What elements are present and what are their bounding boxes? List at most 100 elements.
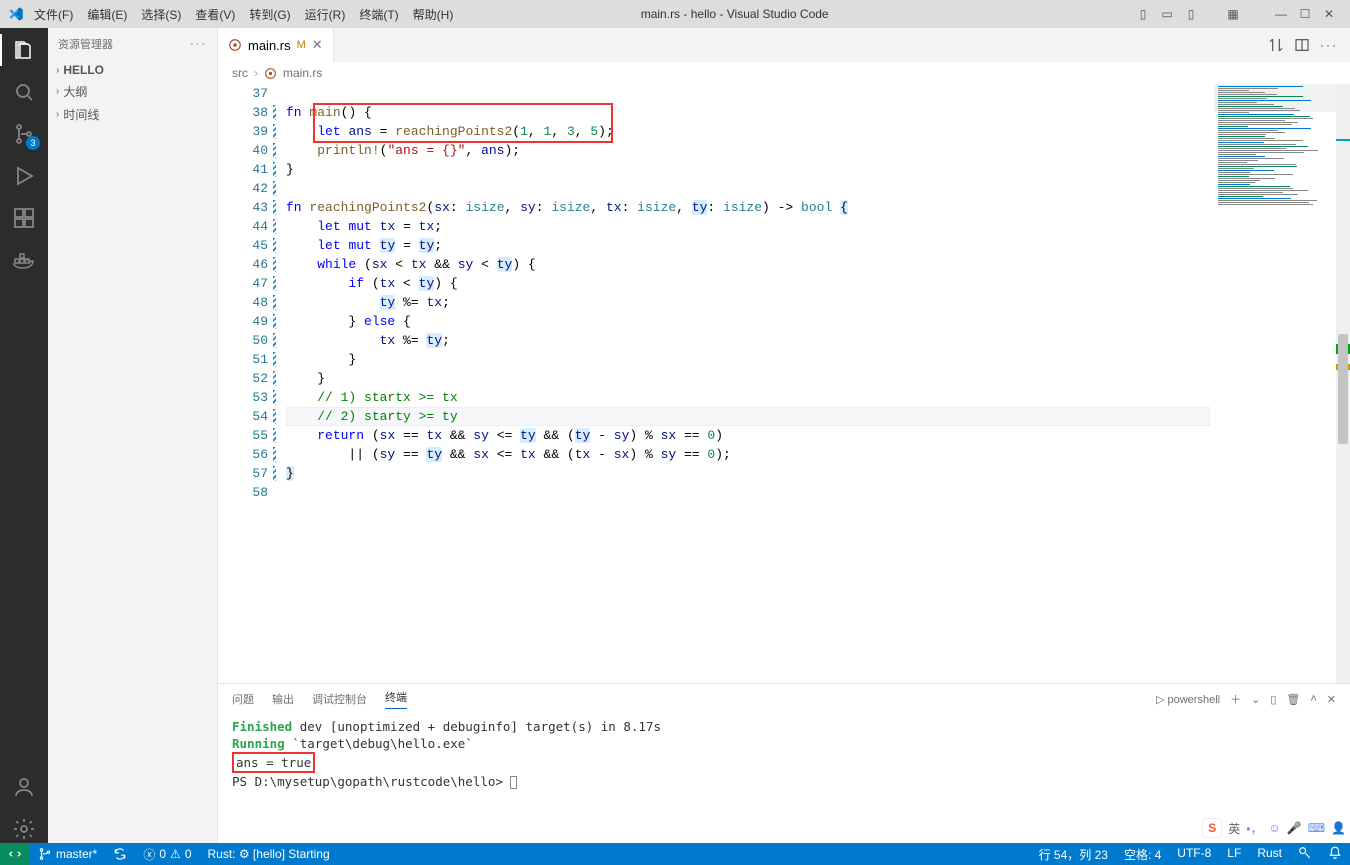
more-actions-icon[interactable]: ··· bbox=[1320, 38, 1338, 52]
ime-voice-icon[interactable]: 🎤 bbox=[1287, 821, 1302, 835]
tab-modified-indicator: M bbox=[297, 39, 306, 51]
source-control-icon[interactable]: 3 bbox=[10, 120, 38, 148]
editor-tabs: main.rs M ✕ ··· bbox=[218, 28, 1350, 62]
run-debug-icon[interactable] bbox=[10, 162, 38, 190]
breadcrumb-seg-src[interactable]: src bbox=[232, 66, 248, 80]
indentation-status[interactable]: 空格: 4 bbox=[1116, 846, 1169, 863]
ime-emoji-icon[interactable]: ☺ bbox=[1269, 821, 1281, 835]
git-branch-status[interactable]: master* bbox=[30, 843, 105, 865]
tab-main-rs[interactable]: main.rs M ✕ bbox=[218, 28, 334, 62]
code-line[interactable]: if (tx < ty) { bbox=[286, 274, 1210, 293]
breadcrumb-seg-file[interactable]: main.rs bbox=[283, 66, 322, 80]
window-controls: ▯ ▭ ▯ ▦ ― ☐ ✕ bbox=[1136, 7, 1350, 21]
account-icon[interactable] bbox=[10, 773, 38, 801]
code-line[interactable]: } else { bbox=[286, 312, 1210, 331]
feedback-icon[interactable] bbox=[1290, 846, 1320, 860]
menu-edit[interactable]: 编辑(E) bbox=[87, 6, 127, 23]
ime-punct-icon[interactable]: •， bbox=[1246, 820, 1262, 837]
code-line[interactable]: || (sy == ty && sx <= tx && (tx - sx) % … bbox=[286, 445, 1210, 464]
code-line[interactable]: tx %= ty; bbox=[286, 331, 1210, 350]
terminal-line: PS D:\mysetup\gopath\rustcode\hello> bbox=[232, 773, 1336, 790]
code-line[interactable]: println!("ans = {}", ans); bbox=[286, 141, 1210, 160]
breadcrumb[interactable]: src › main.rs bbox=[218, 62, 1350, 84]
panel-tab-output[interactable]: 输出 bbox=[272, 691, 294, 707]
layout-panel-bottom-icon[interactable]: ▭ bbox=[1160, 7, 1174, 21]
explorer-icon[interactable] bbox=[10, 36, 38, 64]
extensions-icon[interactable] bbox=[10, 204, 38, 232]
ime-user-icon[interactable]: 👤 bbox=[1331, 821, 1346, 835]
eol-status[interactable]: LF bbox=[1219, 846, 1249, 860]
cursor-position-status[interactable]: 行 54，列 23 bbox=[1031, 846, 1116, 863]
sidebar-section-timeline[interactable]: › 时间线 bbox=[48, 103, 217, 126]
layout-panel-left-icon[interactable]: ▯ bbox=[1136, 7, 1150, 21]
chevron-right-icon: › bbox=[56, 109, 59, 120]
code-line[interactable] bbox=[286, 84, 1210, 103]
customize-layout-icon[interactable]: ▦ bbox=[1226, 7, 1240, 21]
terminal-dropdown-icon[interactable]: ⌄ bbox=[1251, 693, 1260, 706]
language-status[interactable]: Rust bbox=[1249, 846, 1290, 860]
sidebar-header: 资源管理器 ··· bbox=[48, 28, 217, 60]
code-line[interactable]: } bbox=[286, 369, 1210, 388]
new-terminal-icon[interactable]: ＋ bbox=[1230, 691, 1241, 707]
code-line[interactable]: ty %= tx; bbox=[286, 293, 1210, 312]
menu-file[interactable]: 文件(F) bbox=[34, 6, 73, 23]
settings-gear-icon[interactable] bbox=[10, 815, 38, 843]
kill-terminal-icon[interactable]: 🗑 bbox=[1286, 693, 1300, 706]
panel-close-icon[interactable]: ✕ bbox=[1327, 693, 1336, 706]
code-line[interactable]: } bbox=[286, 160, 1210, 179]
code-line[interactable] bbox=[286, 179, 1210, 198]
remote-indicator[interactable] bbox=[0, 843, 30, 865]
notifications-icon[interactable] bbox=[1320, 846, 1350, 860]
more-icon[interactable]: ··· bbox=[190, 38, 207, 50]
search-icon[interactable] bbox=[10, 78, 38, 106]
code-line[interactable]: // 1) startx >= tx bbox=[286, 388, 1210, 407]
code-line[interactable]: fn main() { bbox=[286, 103, 1210, 122]
code-line[interactable]: let ans = reachingPoints2(1, 1, 3, 5); bbox=[286, 122, 1210, 141]
menu-selection[interactable]: 选择(S) bbox=[141, 6, 181, 23]
vertical-scrollbar[interactable] bbox=[1336, 84, 1350, 683]
terminal-body[interactable]: Finished dev [unoptimized + debuginfo] t… bbox=[218, 714, 1350, 843]
code-line[interactable]: return (sx == tx && sy <= ty && (ty - sy… bbox=[286, 426, 1210, 445]
code-line[interactable]: } bbox=[286, 350, 1210, 369]
problems-status[interactable]: ⓧ0⚠0 bbox=[135, 843, 199, 865]
minimap[interactable] bbox=[1214, 84, 1336, 214]
rust-file-icon bbox=[264, 67, 277, 80]
window-maximize-icon[interactable]: ☐ bbox=[1298, 7, 1312, 21]
split-editor-icon[interactable] bbox=[1294, 37, 1310, 53]
sidebar-outline-label: 大纲 bbox=[63, 83, 87, 100]
sogou-logo-icon[interactable]: S bbox=[1202, 818, 1222, 838]
terminal-shell-label[interactable]: ▷ powershell bbox=[1156, 693, 1220, 706]
menu-go[interactable]: 转到(G) bbox=[249, 6, 290, 23]
code-line[interactable]: fn reachingPoints2(sx: isize, sy: isize,… bbox=[286, 198, 1210, 217]
panel-tab-problems[interactable]: 问题 bbox=[232, 691, 254, 707]
editor-area[interactable]: 3738394041424344454647484950515253545556… bbox=[218, 84, 1350, 683]
panel-tab-terminal[interactable]: 终端 bbox=[385, 689, 407, 709]
code-line[interactable]: let mut tx = tx; bbox=[286, 217, 1210, 236]
rust-analyzer-status[interactable]: Rust: ⚙ [hello] Starting bbox=[200, 843, 338, 865]
tab-close-icon[interactable]: ✕ bbox=[312, 37, 323, 53]
ime-toolbar[interactable]: S 英 •， ☺ 🎤 ⌨ 👤 bbox=[1202, 817, 1346, 839]
window-minimize-icon[interactable]: ― bbox=[1274, 7, 1288, 21]
split-terminal-icon[interactable]: ▯ bbox=[1270, 693, 1276, 706]
layout-panel-right-icon[interactable]: ▯ bbox=[1184, 7, 1198, 21]
docker-icon[interactable] bbox=[10, 246, 38, 274]
sync-status[interactable] bbox=[105, 843, 135, 865]
chevron-right-icon: › bbox=[56, 86, 59, 97]
code-line[interactable]: while (sx < tx && sy < ty) { bbox=[286, 255, 1210, 274]
ime-language[interactable]: 英 bbox=[1228, 820, 1240, 837]
compare-changes-icon[interactable] bbox=[1268, 37, 1284, 53]
panel-tab-debug[interactable]: 调试控制台 bbox=[312, 691, 367, 707]
menu-view[interactable]: 查看(V) bbox=[195, 6, 235, 23]
chevron-right-icon: › bbox=[56, 65, 59, 76]
code-line[interactable] bbox=[286, 483, 1210, 502]
window-close-icon[interactable]: ✕ bbox=[1322, 7, 1336, 21]
code-line[interactable]: } bbox=[286, 464, 1210, 483]
encoding-status[interactable]: UTF-8 bbox=[1169, 846, 1219, 860]
panel-maximize-icon[interactable]: ˄ bbox=[1310, 693, 1316, 705]
ime-keyboard-icon[interactable]: ⌨ bbox=[1308, 821, 1325, 835]
sidebar-timeline-label: 时间线 bbox=[63, 106, 99, 123]
code-line[interactable]: // 2) starty >= ty bbox=[286, 407, 1210, 426]
sidebar-section-hello[interactable]: ›HELLO bbox=[48, 60, 217, 80]
sidebar-section-outline[interactable]: › 大纲 bbox=[48, 80, 217, 103]
code-line[interactable]: let mut ty = ty; bbox=[286, 236, 1210, 255]
